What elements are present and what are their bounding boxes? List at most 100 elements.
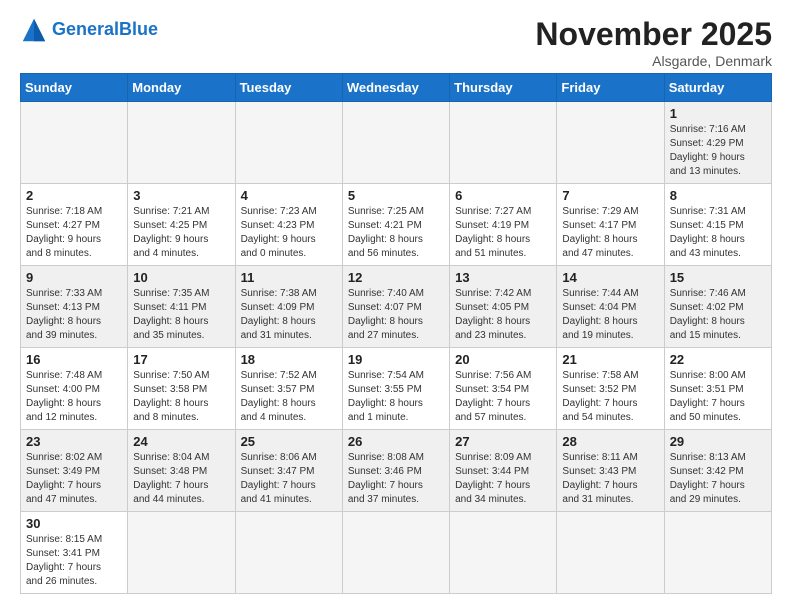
calendar-day-cell bbox=[21, 102, 128, 184]
day-number: 17 bbox=[133, 352, 229, 367]
calendar-day-cell: 25 Sunrise: 8:06 AM Sunset: 3:47 PM Dayli… bbox=[235, 430, 342, 512]
calendar-week-row: 30 Sunrise: 8:15 AM Sunset: 3:41 PM Dayli… bbox=[21, 512, 772, 594]
day-info: Sunrise: 7:56 AM Sunset: 3:54 PM Dayligh… bbox=[455, 369, 551, 425]
calendar-day-cell: 3 Sunrise: 7:21 AM Sunset: 4:25 PM Daylig… bbox=[128, 184, 235, 266]
day-number: 11 bbox=[241, 270, 337, 285]
day-info: Sunrise: 7:35 AM Sunset: 4:11 PM Dayligh… bbox=[133, 287, 229, 343]
calendar-header-row: SundayMondayTuesdayWednesdayThursdayFrid… bbox=[21, 74, 772, 102]
calendar-day-cell: 1 Sunrise: 7:16 AM Sunset: 4:29 PM Daylig… bbox=[664, 102, 771, 184]
day-info: Sunrise: 7:42 AM Sunset: 4:05 PM Dayligh… bbox=[455, 287, 551, 343]
calendar-day-cell bbox=[342, 102, 449, 184]
day-info: Sunrise: 8:13 AM Sunset: 3:42 PM Dayligh… bbox=[670, 451, 766, 507]
page-header: GeneralBlue November 2025 Alsgarde, Denm… bbox=[20, 16, 772, 69]
calendar-day-cell bbox=[235, 102, 342, 184]
day-info: Sunrise: 7:46 AM Sunset: 4:02 PM Dayligh… bbox=[670, 287, 766, 343]
calendar-week-row: 2Sunrise: 7:18 AM Sunset: 4:27 PM Daylig… bbox=[21, 184, 772, 266]
day-number: 4 bbox=[241, 188, 337, 203]
day-number: 8 bbox=[670, 188, 766, 203]
day-number: 26 bbox=[348, 434, 444, 449]
calendar-day-cell: 16Sunrise: 7:48 AM Sunset: 4:00 PM Dayli… bbox=[21, 348, 128, 430]
calendar-day-cell: 23 Sunrise: 8:02 AM Sunset: 3:49 PM Dayli… bbox=[21, 430, 128, 512]
day-number: 27 bbox=[455, 434, 551, 449]
day-number: 25 bbox=[241, 434, 337, 449]
calendar-day-cell bbox=[128, 512, 235, 594]
day-number: 6 bbox=[455, 188, 551, 203]
day-number: 15 bbox=[670, 270, 766, 285]
calendar-day-cell: 17 Sunrise: 7:50 AM Sunset: 3:58 PM Dayli… bbox=[128, 348, 235, 430]
day-info: Sunrise: 8:08 AM Sunset: 3:46 PM Dayligh… bbox=[348, 451, 444, 507]
day-number: 12 bbox=[348, 270, 444, 285]
weekday-header: Sunday bbox=[21, 74, 128, 102]
calendar-day-cell: 2Sunrise: 7:18 AM Sunset: 4:27 PM Daylig… bbox=[21, 184, 128, 266]
calendar-day-cell: 6 Sunrise: 7:27 AM Sunset: 4:19 PM Daylig… bbox=[450, 184, 557, 266]
day-info: Sunrise: 7:52 AM Sunset: 3:57 PM Dayligh… bbox=[241, 369, 337, 425]
day-number: 23 bbox=[26, 434, 122, 449]
day-info: Sunrise: 8:06 AM Sunset: 3:47 PM Dayligh… bbox=[241, 451, 337, 507]
day-info: Sunrise: 7:44 AM Sunset: 4:04 PM Dayligh… bbox=[562, 287, 658, 343]
day-info: Sunrise: 7:23 AM Sunset: 4:23 PM Dayligh… bbox=[241, 205, 337, 261]
weekday-header: Wednesday bbox=[342, 74, 449, 102]
weekday-header: Monday bbox=[128, 74, 235, 102]
logo-icon bbox=[20, 16, 48, 44]
calendar-day-cell: 18 Sunrise: 7:52 AM Sunset: 3:57 PM Dayli… bbox=[235, 348, 342, 430]
day-number: 28 bbox=[562, 434, 658, 449]
day-info: Sunrise: 7:18 AM Sunset: 4:27 PM Dayligh… bbox=[26, 205, 122, 261]
calendar-day-cell bbox=[664, 512, 771, 594]
calendar-day-cell: 21Sunrise: 7:58 AM Sunset: 3:52 PM Dayli… bbox=[557, 348, 664, 430]
calendar-day-cell: 15 Sunrise: 7:46 AM Sunset: 4:02 PM Dayli… bbox=[664, 266, 771, 348]
calendar-day-cell: 4 Sunrise: 7:23 AM Sunset: 4:23 PM Daylig… bbox=[235, 184, 342, 266]
calendar-day-cell: 9Sunrise: 7:33 AM Sunset: 4:13 PM Daylig… bbox=[21, 266, 128, 348]
day-number: 14 bbox=[562, 270, 658, 285]
calendar-day-cell: 5Sunrise: 7:25 AM Sunset: 4:21 PM Daylig… bbox=[342, 184, 449, 266]
day-number: 30 bbox=[26, 516, 122, 531]
day-info: Sunrise: 8:09 AM Sunset: 3:44 PM Dayligh… bbox=[455, 451, 551, 507]
calendar-day-cell bbox=[128, 102, 235, 184]
day-number: 18 bbox=[241, 352, 337, 367]
calendar-day-cell: 27 Sunrise: 8:09 AM Sunset: 3:44 PM Dayli… bbox=[450, 430, 557, 512]
calendar-day-cell bbox=[450, 102, 557, 184]
calendar-day-cell: 12 Sunrise: 7:40 AM Sunset: 4:07 PM Dayli… bbox=[342, 266, 449, 348]
day-info: Sunrise: 8:04 AM Sunset: 3:48 PM Dayligh… bbox=[133, 451, 229, 507]
day-info: Sunrise: 7:48 AM Sunset: 4:00 PM Dayligh… bbox=[26, 369, 122, 425]
day-number: 3 bbox=[133, 188, 229, 203]
day-info: Sunrise: 7:50 AM Sunset: 3:58 PM Dayligh… bbox=[133, 369, 229, 425]
calendar-day-cell: 13 Sunrise: 7:42 AM Sunset: 4:05 PM Dayli… bbox=[450, 266, 557, 348]
location-subtitle: Alsgarde, Denmark bbox=[535, 53, 772, 69]
calendar-day-cell: 29Sunrise: 8:13 AM Sunset: 3:42 PM Dayli… bbox=[664, 430, 771, 512]
day-number: 19 bbox=[348, 352, 444, 367]
day-info: Sunrise: 8:00 AM Sunset: 3:51 PM Dayligh… bbox=[670, 369, 766, 425]
day-info: Sunrise: 8:02 AM Sunset: 3:49 PM Dayligh… bbox=[26, 451, 122, 507]
day-number: 1 bbox=[670, 106, 766, 121]
day-number: 7 bbox=[562, 188, 658, 203]
calendar-day-cell: 7 Sunrise: 7:29 AM Sunset: 4:17 PM Daylig… bbox=[557, 184, 664, 266]
day-info: Sunrise: 7:21 AM Sunset: 4:25 PM Dayligh… bbox=[133, 205, 229, 261]
day-info: Sunrise: 7:27 AM Sunset: 4:19 PM Dayligh… bbox=[455, 205, 551, 261]
day-number: 22 bbox=[670, 352, 766, 367]
calendar-day-cell: 22 Sunrise: 8:00 AM Sunset: 3:51 PM Dayli… bbox=[664, 348, 771, 430]
day-number: 13 bbox=[455, 270, 551, 285]
calendar-day-cell: 28 Sunrise: 8:11 AM Sunset: 3:43 PM Dayli… bbox=[557, 430, 664, 512]
calendar-day-cell: 14 Sunrise: 7:44 AM Sunset: 4:04 PM Dayli… bbox=[557, 266, 664, 348]
day-info: Sunrise: 7:31 AM Sunset: 4:15 PM Dayligh… bbox=[670, 205, 766, 261]
calendar-day-cell: 20Sunrise: 7:56 AM Sunset: 3:54 PM Dayli… bbox=[450, 348, 557, 430]
calendar-day-cell: 19Sunrise: 7:54 AM Sunset: 3:55 PM Dayli… bbox=[342, 348, 449, 430]
calendar-day-cell: 26 Sunrise: 8:08 AM Sunset: 3:46 PM Dayli… bbox=[342, 430, 449, 512]
day-info: Sunrise: 7:16 AM Sunset: 4:29 PM Dayligh… bbox=[670, 123, 766, 179]
day-info: Sunrise: 7:58 AM Sunset: 3:52 PM Dayligh… bbox=[562, 369, 658, 425]
weekday-header: Friday bbox=[557, 74, 664, 102]
calendar-week-row: 16Sunrise: 7:48 AM Sunset: 4:00 PM Dayli… bbox=[21, 348, 772, 430]
calendar-day-cell: 30 Sunrise: 8:15 AM Sunset: 3:41 PM Dayli… bbox=[21, 512, 128, 594]
title-block: November 2025 Alsgarde, Denmark bbox=[535, 16, 772, 69]
weekday-header: Tuesday bbox=[235, 74, 342, 102]
calendar-day-cell: 8 Sunrise: 7:31 AM Sunset: 4:15 PM Daylig… bbox=[664, 184, 771, 266]
calendar-day-cell: 24Sunrise: 8:04 AM Sunset: 3:48 PM Dayli… bbox=[128, 430, 235, 512]
logo-text: GeneralBlue bbox=[52, 20, 158, 40]
day-info: Sunrise: 8:11 AM Sunset: 3:43 PM Dayligh… bbox=[562, 451, 658, 507]
day-info: Sunrise: 7:40 AM Sunset: 4:07 PM Dayligh… bbox=[348, 287, 444, 343]
day-info: Sunrise: 8:15 AM Sunset: 3:41 PM Dayligh… bbox=[26, 533, 122, 589]
weekday-header: Thursday bbox=[450, 74, 557, 102]
calendar-day-cell bbox=[557, 512, 664, 594]
weekday-header: Saturday bbox=[664, 74, 771, 102]
day-number: 9 bbox=[26, 270, 122, 285]
day-info: Sunrise: 7:29 AM Sunset: 4:17 PM Dayligh… bbox=[562, 205, 658, 261]
